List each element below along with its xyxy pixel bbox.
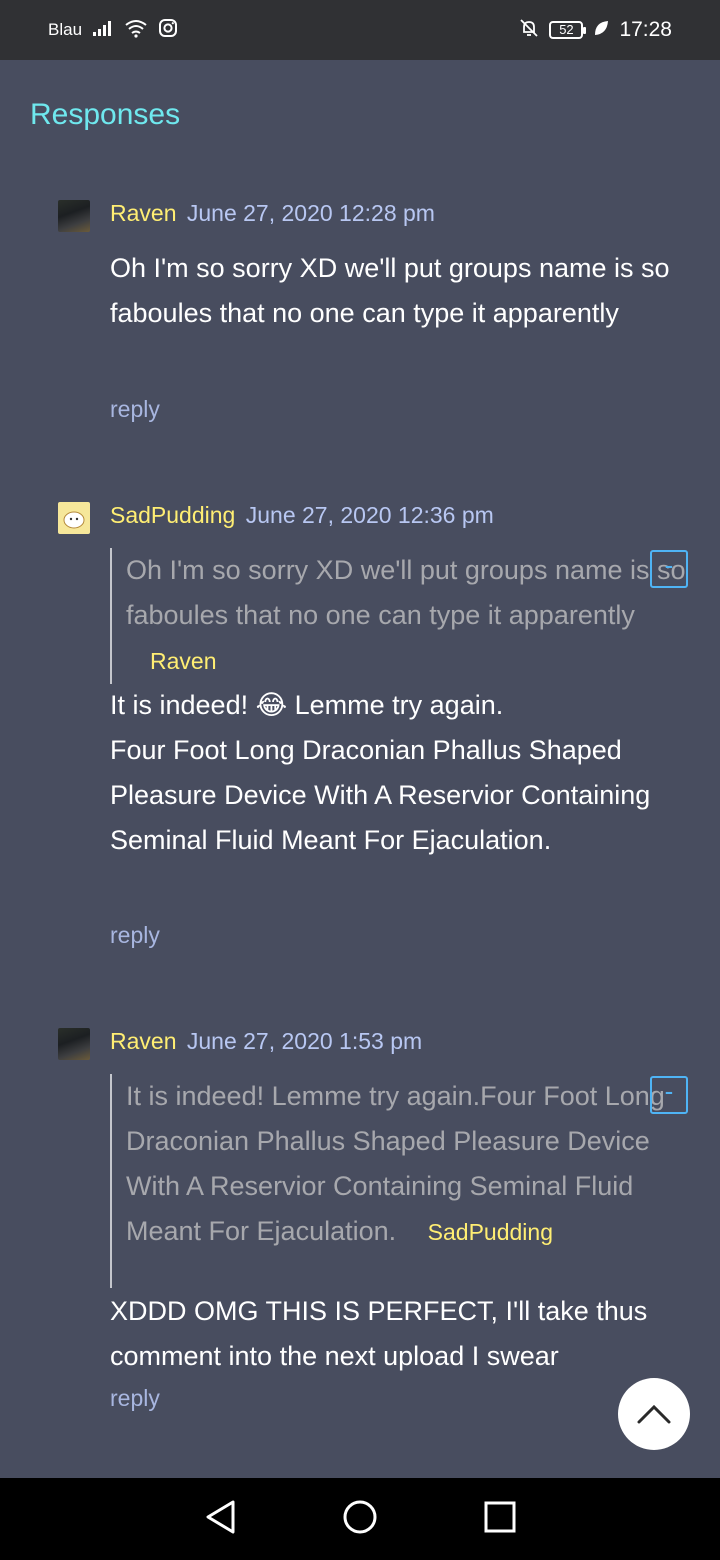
bell-off-icon bbox=[519, 18, 539, 43]
pudding-avatar-icon bbox=[63, 511, 85, 529]
responses-section: Responses Raven June 27, 2020 12:28 pm O… bbox=[0, 60, 720, 1478]
home-circle-icon[interactable] bbox=[342, 1499, 378, 1540]
comment: SadPudding June 27, 2020 12:36 pm Oh I'm… bbox=[58, 502, 698, 972]
scroll-to-top-button[interactable] bbox=[618, 1378, 690, 1450]
reply-link[interactable]: reply bbox=[110, 922, 160, 949]
reply-link[interactable]: reply bbox=[110, 396, 160, 423]
system-navigation-bar bbox=[0, 1478, 720, 1560]
comment-text: It is indeed! 😂 Lemme try again. Four Fo… bbox=[110, 683, 690, 863]
clock: 17:28 bbox=[619, 18, 672, 41]
carrier-name: Blau bbox=[48, 20, 83, 39]
avatar bbox=[58, 1028, 90, 1060]
comment-author[interactable]: Raven bbox=[110, 1028, 176, 1054]
comment: Raven June 27, 2020 12:28 pm Oh I'm so s… bbox=[58, 200, 698, 440]
comment-date[interactable]: June 27, 2020 1:53 pm bbox=[187, 1028, 422, 1054]
comment: Raven June 27, 2020 1:53 pm It is indeed… bbox=[58, 1028, 698, 1448]
collapse-quote-button[interactable]: - bbox=[650, 1076, 688, 1114]
comment-text: Oh I'm so sorry XD we'll put groups name… bbox=[110, 253, 670, 328]
back-triangle-icon[interactable] bbox=[203, 1499, 237, 1540]
reply-link[interactable]: reply bbox=[110, 1385, 160, 1412]
quote-text: Oh I'm so sorry XD we'll put groups name… bbox=[126, 555, 686, 630]
comment-text: XDDD OMG THIS IS PERFECT, I'll take thus… bbox=[110, 1296, 648, 1371]
wifi-icon bbox=[124, 18, 148, 43]
comment-text-line: Four Foot Long Draconian Phallus Shaped … bbox=[110, 735, 651, 855]
comment-date[interactable]: June 27, 2020 12:36 pm bbox=[246, 502, 494, 528]
quoted-comment: It is indeed! Lemme try again.Four Foot … bbox=[110, 1074, 690, 1288]
status-right: 52 17:28 bbox=[519, 18, 672, 43]
comment-author[interactable]: Raven bbox=[110, 200, 176, 226]
instagram-icon bbox=[158, 18, 178, 43]
recents-square-icon[interactable] bbox=[483, 1500, 517, 1539]
comment-header: SadPudding June 27, 2020 12:36 pm bbox=[110, 502, 494, 529]
quote-author[interactable]: SadPudding bbox=[428, 1219, 553, 1245]
comment-date[interactable]: June 27, 2020 12:28 pm bbox=[187, 200, 435, 226]
battery-indicator: 52 bbox=[549, 21, 587, 39]
chevron-up-icon bbox=[637, 1404, 671, 1424]
leaf-icon bbox=[593, 19, 609, 42]
quote-text: It is indeed! Lemme try again.Four Foot … bbox=[126, 1081, 665, 1246]
avatar bbox=[58, 200, 90, 232]
page-title: Responses bbox=[30, 98, 181, 131]
status-left: Blau bbox=[48, 18, 178, 43]
comment-header: Raven June 27, 2020 1:53 pm bbox=[110, 1028, 422, 1055]
quote-author[interactable]: Raven bbox=[150, 648, 216, 674]
signal-icon bbox=[92, 19, 114, 42]
comment-author[interactable]: SadPudding bbox=[110, 502, 235, 528]
status-bar: Blau 52 17:28 bbox=[0, 0, 720, 60]
comment-header: Raven June 27, 2020 12:28 pm bbox=[110, 200, 435, 227]
avatar bbox=[58, 502, 90, 534]
comment-text-line: It is indeed! 😂 Lemme try again. bbox=[110, 690, 504, 720]
quoted-comment: Oh I'm so sorry XD we'll put groups name… bbox=[110, 548, 690, 684]
collapse-quote-button[interactable]: - bbox=[650, 550, 688, 588]
